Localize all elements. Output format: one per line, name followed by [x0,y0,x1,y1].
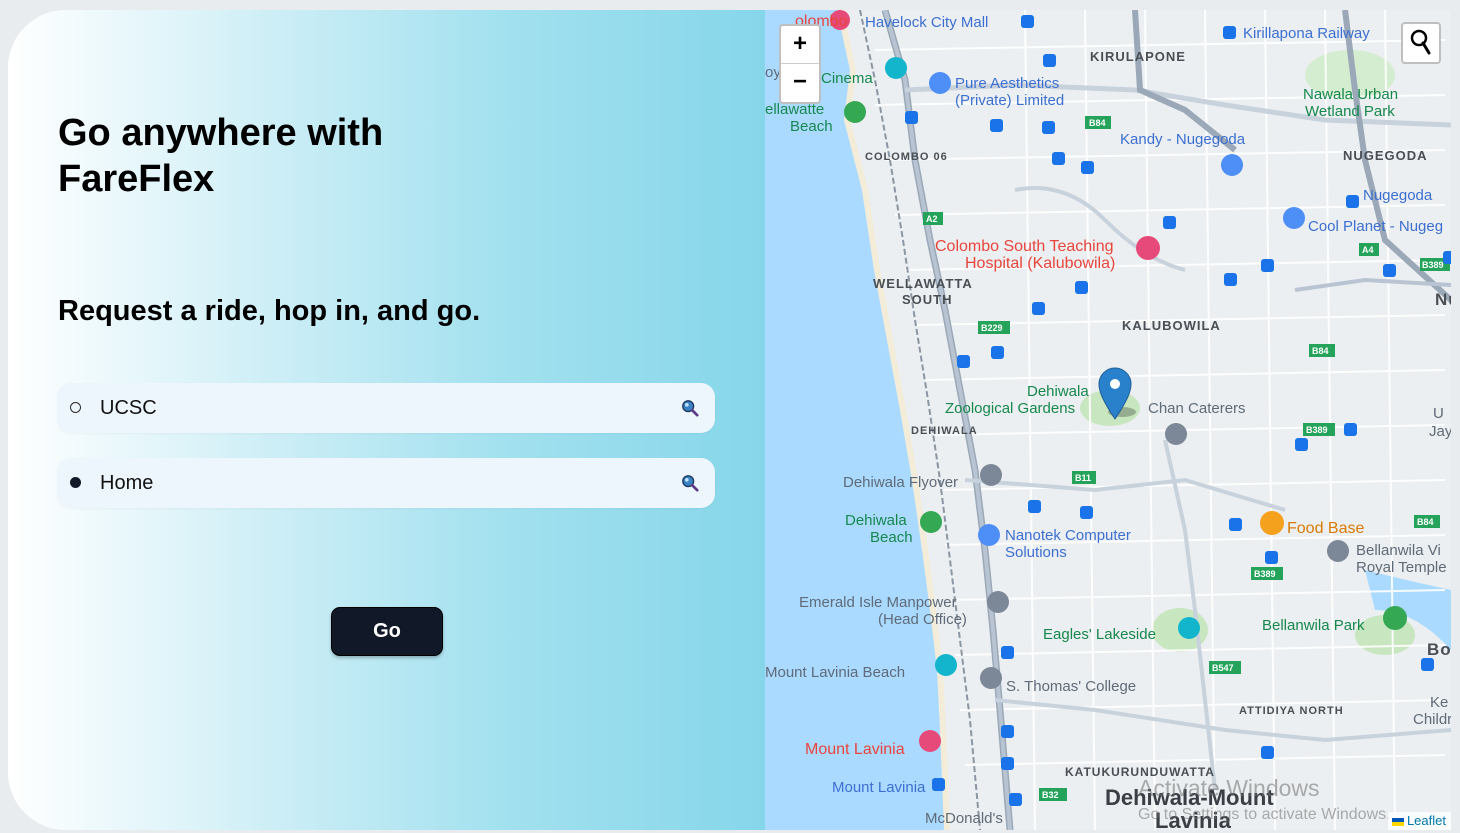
map-label-eagles: Eagles' Lakeside [1043,626,1156,643]
destination-field[interactable]: Home [57,458,715,508]
map-label-kandy-nugegoda: Kandy - Nugegoda [1120,131,1246,148]
zoom-out-button[interactable]: − [781,64,819,101]
map-label-kirulapone: KIRULAPONE [1090,49,1186,64]
map-label-wellawatte-beach-2: Beach [790,118,833,135]
road-a2-label: A2 [926,214,938,224]
zoom-control: + − [779,24,821,104]
road-b389-right-label: B389 [1422,260,1444,270]
road-b389-mid-label: B389 [1306,425,1328,435]
road-b547-label: B547 [1212,663,1234,673]
map-label-chan-caterers: Chan Caterers [1148,400,1246,417]
map-label-dehiwala-beach-2: Beach [870,529,913,546]
map-search-button[interactable] [1401,22,1441,64]
road-b32-label: B32 [1042,790,1059,800]
map-label-mount-lavinia-beach: Mount Lavinia Beach [765,664,905,681]
road-b389-low-label: B389 [1254,569,1276,579]
windows-watermark-subtitle: Go to Settings to activate Windows. [1138,806,1391,823]
map-label-colombo06: COLOMBO 06 [865,151,948,163]
map-label-wellawatta-south-1: WELLAWATTA [873,276,973,291]
pickup-dot-icon [70,402,81,413]
map-label-nawala-1: Nawala Urban [1303,86,1398,103]
magnifier-icon [1410,29,1431,55]
map-label-cool-planet: Cool Planet - Nugeg [1308,218,1443,235]
map-label-colombo-south-2: Hospital (Kalubowila) [965,255,1115,272]
map-label-wellawatta-south-2: SOUTH [902,292,953,307]
go-button[interactable]: Go [331,607,443,656]
road-b11-label: B11 [1075,473,1091,483]
map-label-bellanwila-vihara-1: Bellanwila Vi [1356,542,1441,559]
destination-dot-icon [70,477,81,488]
map-label-kalubowila: KALUBOWILA [1122,318,1221,333]
road-a4-label: A4 [1362,245,1374,255]
road-b84-label: B84 [1089,118,1106,128]
map-tiles[interactable]: B84 A2 A4 B389 B229 B84 B389 B11 B84 B38… [765,10,1451,830]
map-label-dehiwala: DEHIWALA [911,425,978,437]
pickup-field[interactable]: UCSC [57,383,715,433]
map-label-u: U [1433,405,1444,422]
map-label-food-base: Food Base [1287,520,1364,537]
map-label-dehiwala-flyover: Dehiwala Flyover [843,474,958,491]
pickup-value: UCSC [100,397,157,419]
map-label-bellanwila-park: Bellanwila Park [1262,617,1365,634]
map-label-dehiwala-zoo-1: Dehiwala [1027,383,1089,400]
zoom-in-button[interactable]: + [781,26,819,64]
map-label-pure-aesthetics-2: (Private) Limited [955,92,1064,109]
ride-request-panel: Go anywhere with FareFlex Request a ride… [8,10,765,830]
map-label-nu: Nu [1435,290,1451,309]
windows-watermark-title: Activate Windows [1138,775,1320,801]
map-label-emerald-2: (Head Office) [878,611,967,628]
pickup-search-icon[interactable] [681,399,699,417]
map-label-ke-1: Ke [1430,694,1448,711]
app-container: Go anywhere with FareFlex Request a ride… [8,10,1451,830]
map-label-nawala-2: Wetland Park [1305,103,1395,120]
map-label-pure-aesthetics-1: Pure Aesthetics [955,75,1059,92]
map-label-ke-2: Childr [1413,711,1451,728]
map-label-s-thomas: S. Thomas' College [1006,678,1136,695]
map-label-havelock: Havelock City Mall [865,14,988,31]
map-label-attidiya-north: ATTIDIYA NORTH [1239,705,1344,717]
map-view[interactable]: B84 A2 A4 B389 B229 B84 B389 B11 B84 B38… [765,10,1451,830]
page-subtitle: Request a ride, hop in, and go. [58,295,481,327]
road-b84-mid-label: B84 [1312,346,1329,356]
map-label-cinema: Cinema [821,70,873,87]
map-label-dehiwala-beach-1: Dehiwala [845,512,907,529]
map-label-nugegoda: Nugegoda [1363,187,1433,204]
ukraine-flag-icon [1391,817,1404,826]
road-b229-label: B229 [981,323,1003,333]
leaflet-link[interactable]: Leaflet [1407,813,1446,828]
map-attribution[interactable]: Leaflet [1387,812,1451,830]
map-label-nugegoda-area: NUGEGODA [1343,148,1428,163]
road-b84-right-label: B84 [1417,517,1434,527]
map-label-mcdonalds: McDonald's [925,810,1003,827]
map-label-emerald-1: Emerald Isle Manpower [799,594,957,611]
map-label-colombo-south-1: Colombo South Teaching [935,238,1114,255]
map-label-mount-lavinia-hotel: Mount Lavinia [805,741,905,758]
map-label-bo: Bo [1427,640,1451,659]
destination-search-icon[interactable] [681,474,699,492]
map-label-bellanwila-vihara-2: Royal Temple [1356,559,1447,576]
map-label-jay: Jay [1429,423,1451,440]
map-label-dehiwala-zoo-2: Zoological Gardens [945,400,1075,417]
map-label-nanotek-1: Nanotek Computer [1005,527,1131,544]
map-label-kirillapona: Kirillapona Railway [1243,25,1370,42]
map-label-mount-lavinia-station: Mount Lavinia [832,779,926,796]
destination-value: Home [100,472,154,494]
page-title: Go anywhere with FareFlex [58,112,384,200]
map-label-nanotek-2: Solutions [1005,544,1067,561]
